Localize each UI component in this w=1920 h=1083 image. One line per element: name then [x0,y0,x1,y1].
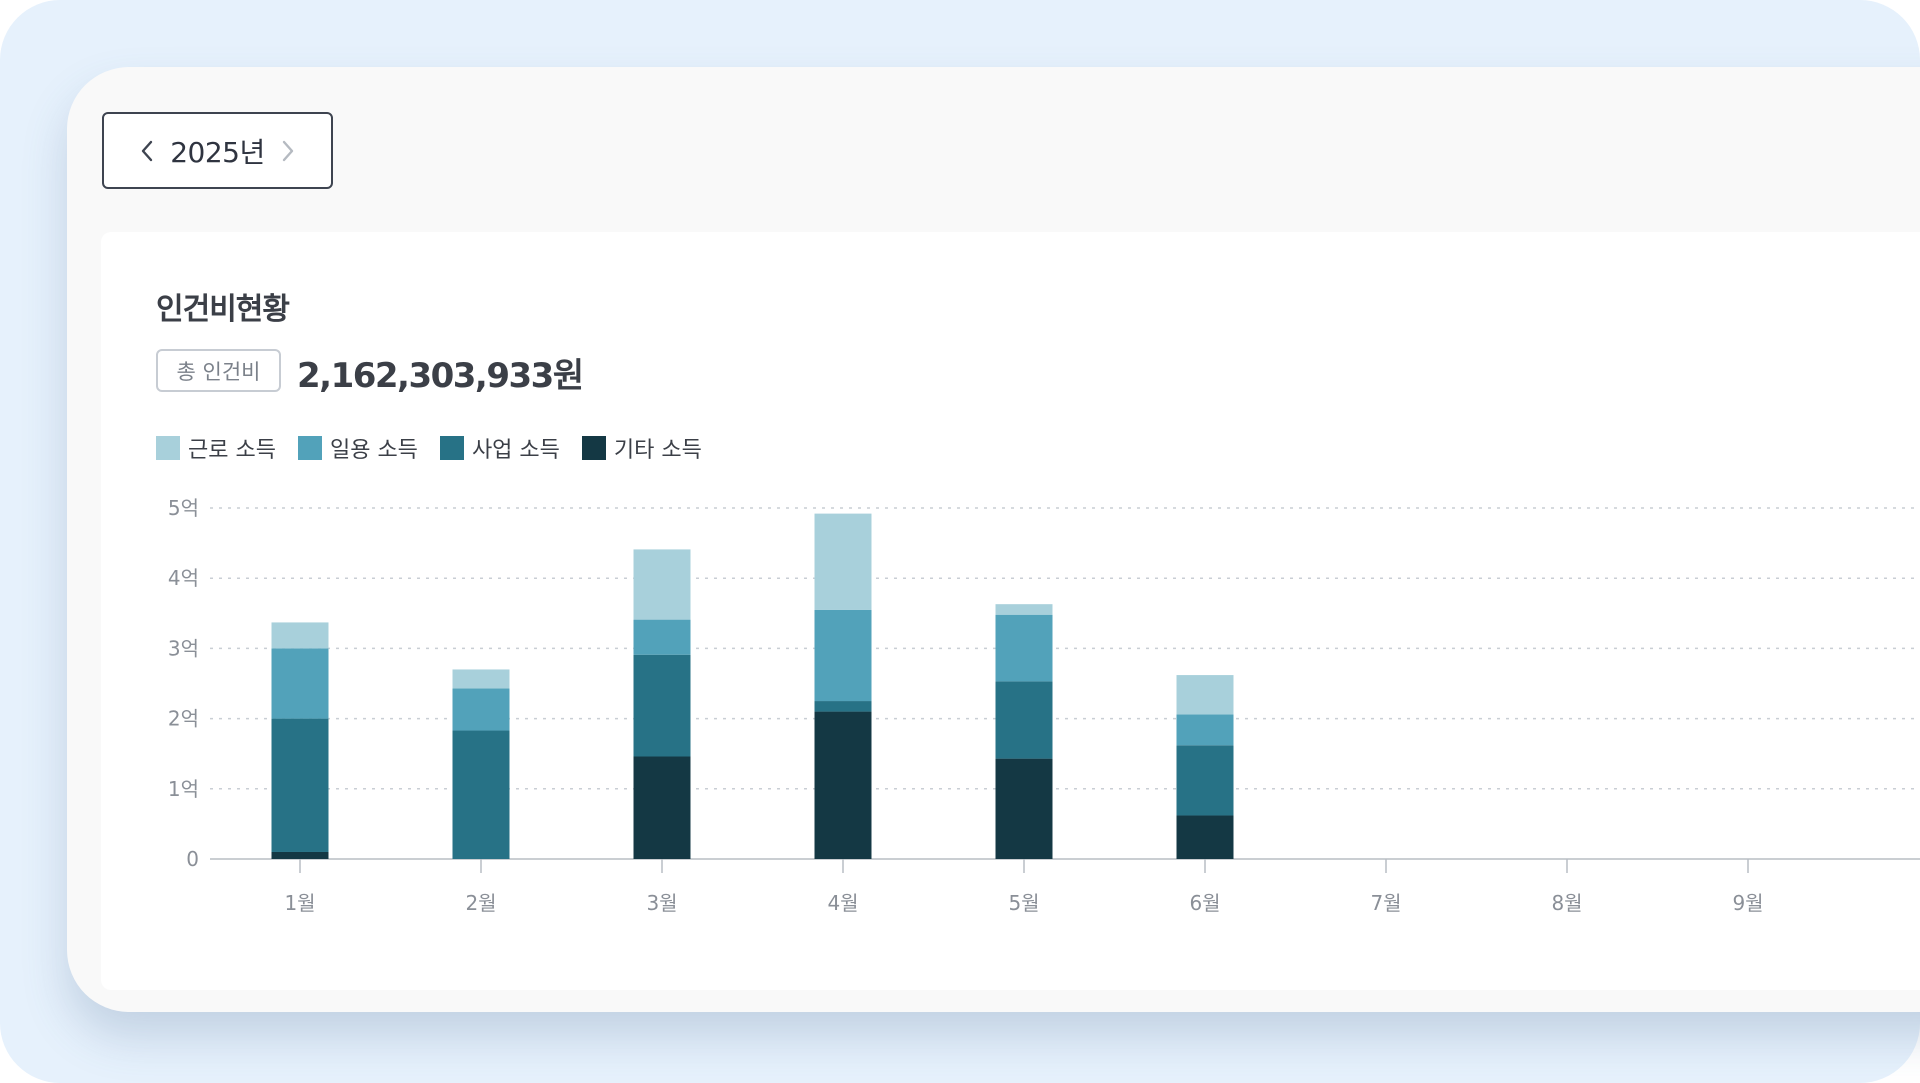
bar-segment [452,730,510,859]
bar-segment [271,622,329,649]
bar-segment [271,851,329,859]
x-tick-label: 8월 [1551,891,1582,915]
bar-segment [633,549,691,620]
bar-segment [452,688,510,731]
bar-segment [814,711,872,859]
x-tick-label: 2월 [465,891,496,915]
bar-segment [1176,815,1234,859]
stacked-bar-chart: 01억2억3억4억5억1월2월3월4월5월6월7월8월9월1 [168,496,1920,915]
bar-segment [452,669,510,689]
bar-segment [1176,745,1234,816]
bar-segment [995,681,1053,759]
bar-segment [995,614,1053,682]
bar-segment [995,758,1053,859]
x-tick-label: 3월 [646,891,677,915]
bar-segment [814,701,872,712]
x-tick-label: 6월 [1189,891,1220,915]
bar-segment [271,718,329,852]
x-tick-label: 5월 [1008,891,1039,915]
x-tick-label: 4월 [827,891,858,915]
y-tick-label: 1억 [168,777,199,801]
bar-segment [814,609,872,702]
bar-segment [995,604,1053,615]
y-tick-label: 2억 [168,707,199,731]
bar-segment [633,654,691,757]
y-tick-label: 5억 [168,496,199,520]
bar-segment [814,513,872,610]
x-tick-label: 9월 [1732,891,1763,915]
bar-segment [633,756,691,859]
x-tick-label: 7월 [1370,891,1401,915]
bar-segment [1176,675,1234,715]
y-tick-label: 4억 [168,566,199,590]
x-tick-label: 1월 [284,891,315,915]
y-tick-label: 0 [186,847,199,871]
bar-segment [271,648,329,719]
bar-segment [633,619,691,655]
bar-segment [1176,714,1234,746]
y-tick-label: 3억 [168,636,199,660]
